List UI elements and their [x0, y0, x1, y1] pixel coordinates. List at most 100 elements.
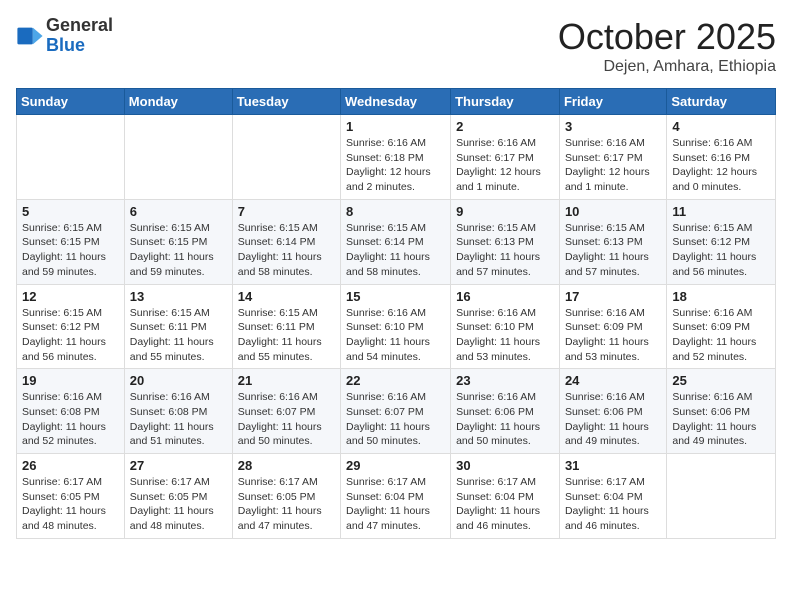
day-info: Sunrise: 6:16 AM Sunset: 6:07 PM Dayligh…	[238, 390, 335, 449]
day-info: Sunrise: 6:16 AM Sunset: 6:16 PM Dayligh…	[672, 136, 770, 195]
day-number: 27	[130, 458, 227, 473]
calendar-cell: 14 Sunrise: 6:15 AM Sunset: 6:11 PM Dayli…	[232, 284, 340, 369]
day-info: Sunrise: 6:15 AM Sunset: 6:14 PM Dayligh…	[346, 221, 445, 280]
logo-blue-text: Blue	[46, 36, 113, 56]
day-info: Sunrise: 6:15 AM Sunset: 6:12 PM Dayligh…	[22, 306, 119, 365]
calendar-header-sunday: Sunday	[17, 89, 125, 115]
day-number: 12	[22, 289, 119, 304]
calendar-cell	[124, 115, 232, 200]
day-info: Sunrise: 6:15 AM Sunset: 6:15 PM Dayligh…	[22, 221, 119, 280]
day-info: Sunrise: 6:15 AM Sunset: 6:12 PM Dayligh…	[672, 221, 770, 280]
calendar-cell: 2Sunrise: 6:16 AM Sunset: 6:17 PM Daylig…	[451, 115, 560, 200]
calendar-header-row: SundayMondayTuesdayWednesdayThursdayFrid…	[17, 89, 776, 115]
day-number: 13	[130, 289, 227, 304]
calendar-cell: 19 Sunrise: 6:16 AM Sunset: 6:08 PM Dayli…	[17, 369, 125, 454]
day-info: Sunrise: 6:17 AM Sunset: 6:05 PM Dayligh…	[22, 475, 119, 534]
calendar-cell: 8Sunrise: 6:15 AM Sunset: 6:14 PM Daylig…	[341, 199, 451, 284]
day-number: 25	[672, 373, 770, 388]
day-number: 3	[565, 119, 661, 134]
day-info: Sunrise: 6:17 AM Sunset: 6:05 PM Dayligh…	[238, 475, 335, 534]
calendar-cell: 24 Sunrise: 6:16 AM Sunset: 6:06 PM Dayli…	[559, 369, 666, 454]
calendar-cell: 30 Sunrise: 6:17 AM Sunset: 6:04 PM Dayli…	[451, 454, 560, 539]
day-info: Sunrise: 6:16 AM Sunset: 6:06 PM Dayligh…	[672, 390, 770, 449]
calendar-cell: 28 Sunrise: 6:17 AM Sunset: 6:05 PM Dayli…	[232, 454, 340, 539]
day-number: 30	[456, 458, 554, 473]
calendar-header-thursday: Thursday	[451, 89, 560, 115]
calendar-cell: 1 Sunrise: 6:16 AM Sunset: 6:18 PM Daylig…	[341, 115, 451, 200]
day-info: Sunrise: 6:17 AM Sunset: 6:04 PM Dayligh…	[565, 475, 661, 534]
calendar-cell: 26Sunrise: 6:17 AM Sunset: 6:05 PM Dayli…	[17, 454, 125, 539]
day-number: 5	[22, 204, 119, 219]
day-info: Sunrise: 6:17 AM Sunset: 6:05 PM Dayligh…	[130, 475, 227, 534]
logo-icon	[16, 22, 44, 50]
day-number: 10	[565, 204, 661, 219]
calendar-cell	[17, 115, 125, 200]
day-info: Sunrise: 6:15 AM Sunset: 6:11 PM Dayligh…	[238, 306, 335, 365]
day-number: 20	[130, 373, 227, 388]
calendar-cell: 6 Sunrise: 6:15 AM Sunset: 6:15 PM Daylig…	[124, 199, 232, 284]
day-number: 14	[238, 289, 335, 304]
calendar-week-row: 12 Sunrise: 6:15 AM Sunset: 6:12 PM Dayli…	[17, 284, 776, 369]
day-number: 23	[456, 373, 554, 388]
day-number: 28	[238, 458, 335, 473]
day-info: Sunrise: 6:16 AM Sunset: 6:06 PM Dayligh…	[456, 390, 554, 449]
calendar-cell: 12 Sunrise: 6:15 AM Sunset: 6:12 PM Dayli…	[17, 284, 125, 369]
day-number: 31	[565, 458, 661, 473]
day-info: Sunrise: 6:15 AM Sunset: 6:13 PM Dayligh…	[565, 221, 661, 280]
day-info: Sunrise: 6:16 AM Sunset: 6:17 PM Dayligh…	[456, 136, 554, 195]
day-info: Sunrise: 6:15 AM Sunset: 6:15 PM Dayligh…	[130, 221, 227, 280]
calendar-cell	[667, 454, 776, 539]
calendar-week-row: 19 Sunrise: 6:16 AM Sunset: 6:08 PM Dayli…	[17, 369, 776, 454]
day-info: Sunrise: 6:15 AM Sunset: 6:11 PM Dayligh…	[130, 306, 227, 365]
day-number: 21	[238, 373, 335, 388]
day-number: 22	[346, 373, 445, 388]
day-info: Sunrise: 6:16 AM Sunset: 6:17 PM Dayligh…	[565, 136, 661, 195]
day-number: 17	[565, 289, 661, 304]
day-info: Sunrise: 6:16 AM Sunset: 6:10 PM Dayligh…	[456, 306, 554, 365]
day-info: Sunrise: 6:16 AM Sunset: 6:06 PM Dayligh…	[565, 390, 661, 449]
day-number: 16	[456, 289, 554, 304]
calendar-cell: 16 Sunrise: 6:16 AM Sunset: 6:10 PM Dayli…	[451, 284, 560, 369]
calendar-cell: 29 Sunrise: 6:17 AM Sunset: 6:04 PM Dayli…	[341, 454, 451, 539]
logo: General Blue	[16, 16, 113, 56]
calendar-cell: 22Sunrise: 6:16 AM Sunset: 6:07 PM Dayli…	[341, 369, 451, 454]
day-number: 18	[672, 289, 770, 304]
day-number: 24	[565, 373, 661, 388]
day-number: 1	[346, 119, 445, 134]
day-info: Sunrise: 6:17 AM Sunset: 6:04 PM Dayligh…	[346, 475, 445, 534]
day-info: Sunrise: 6:15 AM Sunset: 6:13 PM Dayligh…	[456, 221, 554, 280]
calendar-cell: 25 Sunrise: 6:16 AM Sunset: 6:06 PM Dayli…	[667, 369, 776, 454]
calendar-week-row: 5 Sunrise: 6:15 AM Sunset: 6:15 PM Daylig…	[17, 199, 776, 284]
day-info: Sunrise: 6:16 AM Sunset: 6:08 PM Dayligh…	[22, 390, 119, 449]
calendar-cell: 18Sunrise: 6:16 AM Sunset: 6:09 PM Dayli…	[667, 284, 776, 369]
calendar-cell	[232, 115, 340, 200]
day-info: Sunrise: 6:17 AM Sunset: 6:04 PM Dayligh…	[456, 475, 554, 534]
calendar-table: SundayMondayTuesdayWednesdayThursdayFrid…	[16, 88, 776, 539]
calendar-cell: 20 Sunrise: 6:16 AM Sunset: 6:08 PM Dayli…	[124, 369, 232, 454]
day-number: 6	[130, 204, 227, 219]
calendar-cell: 17Sunrise: 6:16 AM Sunset: 6:09 PM Dayli…	[559, 284, 666, 369]
month-title: October 2025	[558, 16, 776, 58]
day-number: 4	[672, 119, 770, 134]
calendar-cell: 31 Sunrise: 6:17 AM Sunset: 6:04 PM Dayli…	[559, 454, 666, 539]
calendar-cell: 27 Sunrise: 6:17 AM Sunset: 6:05 PM Dayli…	[124, 454, 232, 539]
location-title: Dejen, Amhara, Ethiopia	[558, 58, 776, 76]
calendar-cell: 23 Sunrise: 6:16 AM Sunset: 6:06 PM Dayli…	[451, 369, 560, 454]
day-info: Sunrise: 6:16 AM Sunset: 6:08 PM Dayligh…	[130, 390, 227, 449]
calendar-header-friday: Friday	[559, 89, 666, 115]
calendar-cell: 3 Sunrise: 6:16 AM Sunset: 6:17 PM Daylig…	[559, 115, 666, 200]
day-number: 11	[672, 204, 770, 219]
day-info: Sunrise: 6:15 AM Sunset: 6:14 PM Dayligh…	[238, 221, 335, 280]
calendar-cell: 7 Sunrise: 6:15 AM Sunset: 6:14 PM Daylig…	[232, 199, 340, 284]
day-info: Sunrise: 6:16 AM Sunset: 6:18 PM Dayligh…	[346, 136, 445, 195]
day-number: 7	[238, 204, 335, 219]
calendar-week-row: 1 Sunrise: 6:16 AM Sunset: 6:18 PM Daylig…	[17, 115, 776, 200]
logo-general-text: General	[46, 16, 113, 36]
day-number: 29	[346, 458, 445, 473]
calendar-cell: 10 Sunrise: 6:15 AM Sunset: 6:13 PM Dayli…	[559, 199, 666, 284]
day-number: 19	[22, 373, 119, 388]
calendar-cell: 15Sunrise: 6:16 AM Sunset: 6:10 PM Dayli…	[341, 284, 451, 369]
page-header: General Blue October 2025 Dejen, Amhara,…	[16, 16, 776, 76]
calendar-header-monday: Monday	[124, 89, 232, 115]
day-number: 9	[456, 204, 554, 219]
